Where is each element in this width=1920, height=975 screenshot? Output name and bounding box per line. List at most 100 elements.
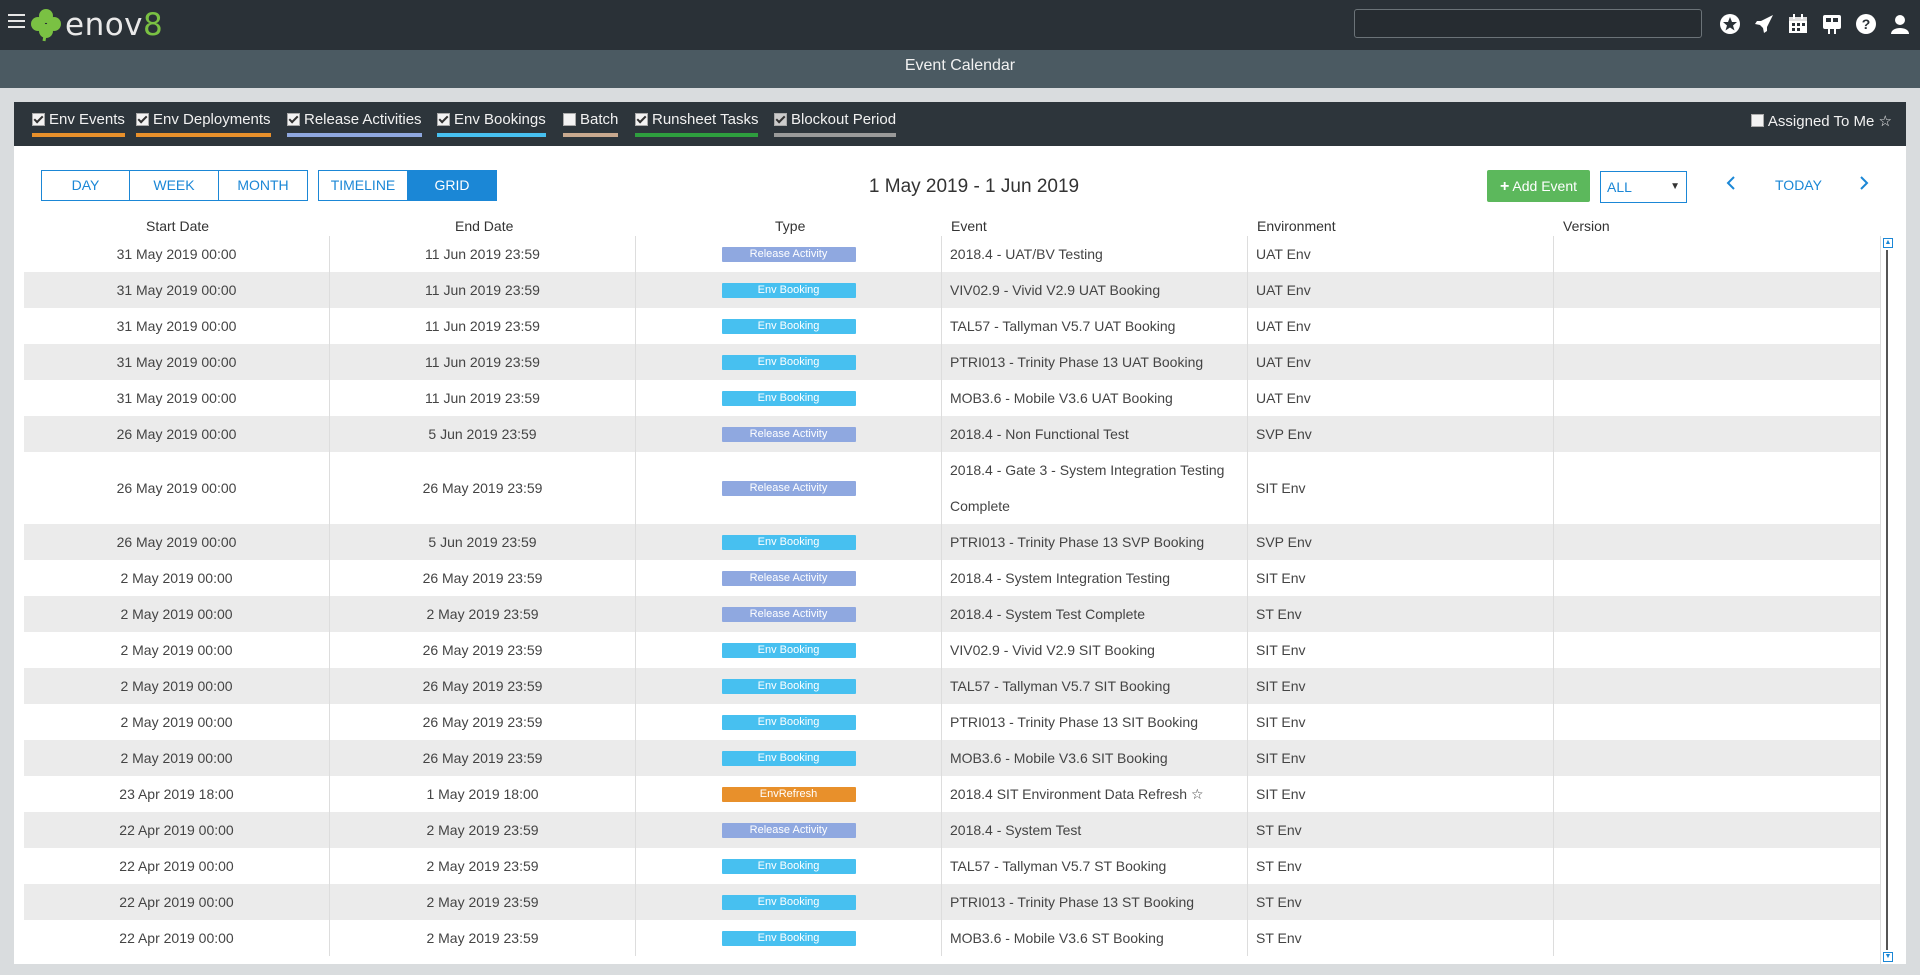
column-header-end-date[interactable]: End Date (455, 218, 513, 234)
table-row[interactable]: 22 Apr 2019 00:00 2 May 2019 23:59 Release… (24, 812, 1880, 848)
event-cell[interactable]: PTRI013 - Trinity Phase 13 SIT Booking (942, 704, 1248, 740)
checkbox[interactable] (635, 113, 648, 126)
column-header-type[interactable]: Type (775, 218, 805, 234)
environment-cell: UAT Env (1248, 380, 1554, 416)
display-mode-group: TIMELINE GRID (318, 170, 497, 201)
event-cell[interactable]: 2018.4 - System Test Complete (942, 596, 1248, 632)
chevron-left-icon (1726, 176, 1735, 190)
type-cell: Release Activity (636, 560, 942, 596)
table-row[interactable]: 2 May 2019 00:00 26 May 2019 23:59 Release… (24, 560, 1880, 596)
rocket-icon[interactable] (1752, 12, 1776, 36)
checkbox[interactable] (563, 113, 576, 126)
event-cell[interactable]: VIV02.9 - Vivid V2.9 SIT Booking (942, 632, 1248, 668)
checkbox[interactable] (136, 113, 149, 126)
event-cell[interactable]: TAL57 - Tallyman V5.7 ST Booking (942, 848, 1248, 884)
table-row[interactable]: 22 Apr 2019 00:00 2 May 2019 23:59 Env Boo… (24, 884, 1880, 920)
event-cell[interactable]: PTRI013 - Trinity Phase 13 SVP Booking (942, 524, 1248, 560)
search-input[interactable] (1354, 9, 1702, 38)
column-header-environment[interactable]: Environment (1257, 218, 1336, 234)
previous-range-button[interactable] (1726, 176, 1736, 193)
event-cell[interactable]: MOB3.6 - Mobile V3.6 ST Booking (942, 920, 1248, 956)
type-cell: EnvRefresh (636, 776, 942, 812)
filter-release-activities[interactable]: Release Activities (287, 111, 422, 137)
help-icon[interactable]: ? (1854, 12, 1878, 36)
user-profile-icon[interactable] (1888, 12, 1912, 36)
version-cell (1554, 452, 1880, 524)
table-row[interactable]: 2 May 2019 00:00 26 May 2019 23:59 Env Boo… (24, 740, 1880, 776)
filter-env-bookings[interactable]: Env Bookings (437, 111, 546, 137)
table-row[interactable]: 2 May 2019 00:00 26 May 2019 23:59 Env Boo… (24, 632, 1880, 668)
checkbox[interactable] (1750, 114, 1764, 127)
start-date-cell: 2 May 2019 00:00 (24, 596, 330, 632)
table-row[interactable]: 31 May 2019 00:00 11 Jun 2019 23:59 Releas… (24, 236, 1880, 272)
checkbox[interactable] (774, 113, 787, 126)
type-badge: Release Activity (721, 246, 856, 262)
add-event-button[interactable]: + Add Event (1487, 170, 1590, 202)
event-cell[interactable]: 2018.4 - System Integration Testing (942, 560, 1248, 596)
table-row[interactable]: 31 May 2019 00:00 11 Jun 2019 23:59 Env Bo… (24, 344, 1880, 380)
filter-runsheet-tasks[interactable]: Runsheet Tasks (635, 111, 759, 137)
table-row[interactable]: 26 May 2019 00:00 26 May 2019 23:59 Releas… (24, 452, 1880, 524)
favorites-star-icon[interactable] (1718, 12, 1742, 36)
table-row[interactable]: 22 Apr 2019 00:00 2 May 2019 23:59 Env Boo… (24, 920, 1880, 956)
table-row[interactable]: 2 May 2019 00:00 26 May 2019 23:59 Env Boo… (24, 668, 1880, 704)
checkbox[interactable] (287, 113, 300, 126)
event-cell[interactable]: 2018.4 - Non Functional Test (942, 416, 1248, 452)
filter-env-deployments[interactable]: Env Deployments (136, 111, 271, 137)
environment-cell: ST Env (1248, 812, 1554, 848)
today-button[interactable]: TODAY (1775, 177, 1822, 193)
date-range-label: 1 May 2019 - 1 Jun 2019 (868, 176, 1080, 197)
assigned-to-me-filter[interactable]: Assigned To Me ☆ (1750, 112, 1892, 130)
next-range-button[interactable] (1859, 176, 1869, 193)
logo[interactable]: enov8 (30, 6, 163, 44)
grid-view-button[interactable]: GRID (408, 171, 496, 200)
event-cell[interactable]: 2018.4 - System Test (942, 812, 1248, 848)
table-row[interactable]: 2 May 2019 00:00 26 May 2019 23:59 Env Boo… (24, 704, 1880, 740)
event-cell[interactable]: PTRI013 - Trinity Phase 13 ST Booking (942, 884, 1248, 920)
table-row[interactable]: 23 Apr 2019 18:00 1 May 2019 18:00 EnvRefr… (24, 776, 1880, 812)
calendar-icon[interactable] (1786, 12, 1810, 36)
column-header-version[interactable]: Version (1563, 218, 1610, 234)
checkbox[interactable] (32, 113, 45, 126)
table-row[interactable]: 31 May 2019 00:00 11 Jun 2019 23:59 Env Bo… (24, 272, 1880, 308)
table-row[interactable]: 31 May 2019 00:00 11 Jun 2019 23:59 Env Bo… (24, 308, 1880, 344)
event-cell[interactable]: 2018.4 SIT Environment Data Refresh ☆ (942, 776, 1248, 812)
event-cell[interactable]: MOB3.6 - Mobile V3.6 UAT Booking (942, 380, 1248, 416)
checkbox[interactable] (437, 113, 450, 126)
version-cell (1554, 740, 1880, 776)
event-cell[interactable]: VIV02.9 - Vivid V2.9 UAT Booking (942, 272, 1248, 308)
table-scrollbar[interactable]: ▲ ▼ (1880, 236, 1895, 964)
scroll-thumb[interactable] (1886, 250, 1888, 950)
column-header-event[interactable]: Event (951, 218, 987, 234)
table-row[interactable]: 26 May 2019 00:00 5 Jun 2019 23:59 Env Boo… (24, 524, 1880, 560)
table-row[interactable]: 2 May 2019 00:00 2 May 2019 23:59 Release … (24, 596, 1880, 632)
event-cell[interactable]: TAL57 - Tallyman V5.7 SIT Booking (942, 668, 1248, 704)
version-cell (1554, 272, 1880, 308)
table-row[interactable]: 26 May 2019 00:00 5 Jun 2019 23:59 Release… (24, 416, 1880, 452)
event-cell[interactable]: MOB3.6 - Mobile V3.6 SIT Booking (942, 740, 1248, 776)
range-view-group: DAY WEEK MONTH (41, 170, 308, 201)
end-date-cell: 11 Jun 2019 23:59 (330, 380, 636, 416)
type-cell: Env Booking (636, 740, 942, 776)
event-cell[interactable]: 2018.4 - Gate 3 - System Integration Tes… (942, 452, 1248, 524)
start-date-cell: 31 May 2019 00:00 (24, 272, 330, 308)
scroll-up-icon[interactable]: ▲ (1883, 238, 1893, 248)
table-row[interactable]: 22 Apr 2019 00:00 2 May 2019 23:59 Env Boo… (24, 848, 1880, 884)
day-view-button[interactable]: DAY (42, 171, 130, 200)
table-row[interactable]: 31 May 2019 00:00 11 Jun 2019 23:59 Env Bo… (24, 380, 1880, 416)
dashboard-icon[interactable] (1820, 12, 1844, 36)
event-cell[interactable]: TAL57 - Tallyman V5.7 UAT Booking (942, 308, 1248, 344)
menu-icon[interactable] (8, 14, 25, 30)
event-cell[interactable]: PTRI013 - Trinity Phase 13 UAT Booking (942, 344, 1248, 380)
event-scope-select[interactable]: ALL ▼ (1600, 171, 1687, 203)
filter-blockout-period[interactable]: Blockout Period (774, 111, 897, 137)
event-cell[interactable]: 2018.4 - UAT/BV Testing (942, 236, 1248, 272)
end-date-cell: 2 May 2019 23:59 (330, 596, 636, 632)
week-view-button[interactable]: WEEK (130, 171, 219, 200)
column-header-start-date[interactable]: Start Date (146, 218, 209, 234)
filter-env-events[interactable]: Env Events (32, 111, 125, 137)
month-view-button[interactable]: MONTH (219, 171, 307, 200)
timeline-view-button[interactable]: TIMELINE (319, 171, 408, 200)
filter-batch[interactable]: Batch (563, 111, 619, 137)
scroll-down-icon[interactable]: ▼ (1883, 952, 1893, 962)
